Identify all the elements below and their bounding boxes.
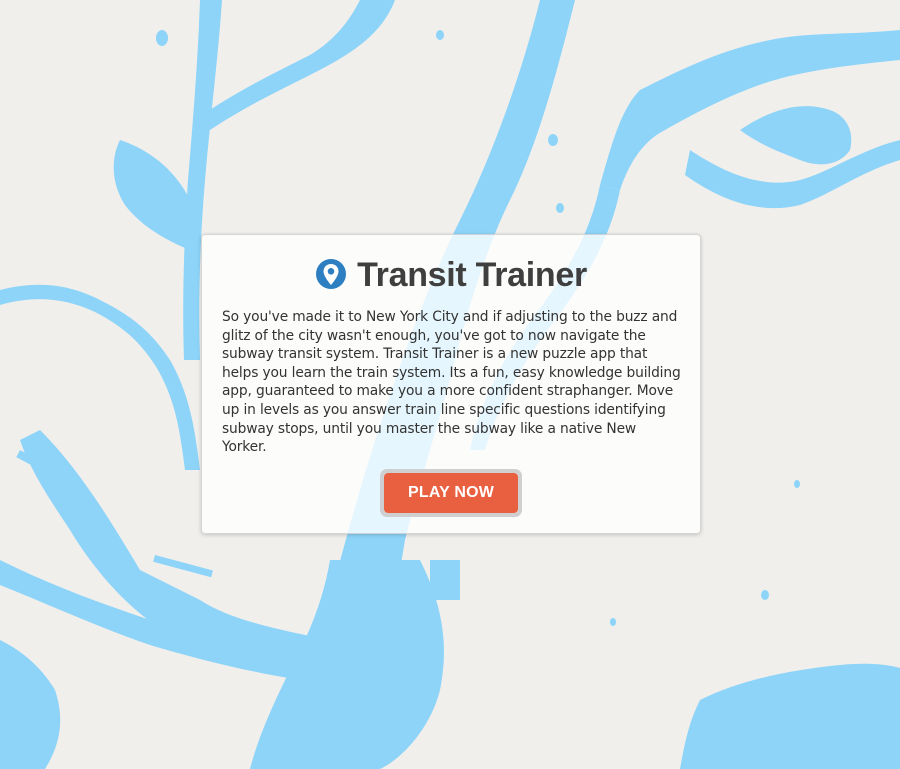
- lake: [761, 590, 769, 600]
- app-description: So you've made it to New York City and i…: [222, 309, 681, 456]
- lake: [436, 30, 444, 40]
- lake: [548, 134, 558, 146]
- play-button-frame: PLAY NOW: [380, 469, 522, 517]
- lake: [156, 30, 168, 46]
- title-row: Transit Trainer: [202, 253, 700, 297]
- lake: [794, 480, 800, 488]
- lake: [610, 618, 616, 626]
- intro-card: Transit Trainer So you've made it to New…: [201, 234, 701, 534]
- pier: [430, 560, 460, 600]
- play-now-button[interactable]: PLAY NOW: [384, 473, 518, 513]
- lake: [556, 203, 564, 213]
- map-pin-icon: [316, 259, 347, 289]
- page-title: Transit Trainer: [357, 255, 587, 294]
